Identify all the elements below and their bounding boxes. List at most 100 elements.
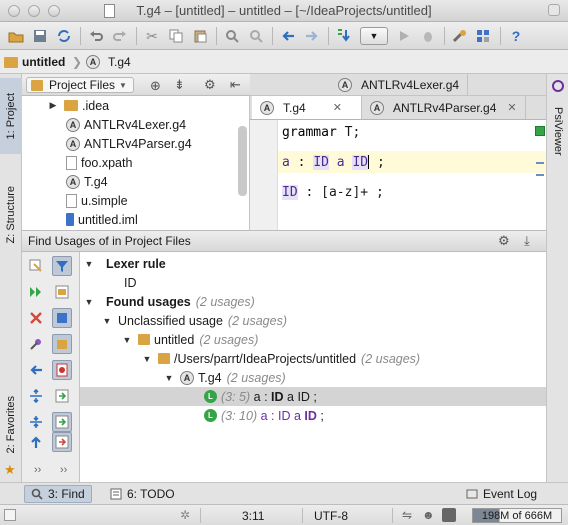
expanded-arrow-icon[interactable]: ▼ (102, 316, 112, 326)
fullscreen-icon[interactable] (548, 4, 560, 16)
redo-button[interactable] (110, 26, 130, 46)
node-directory[interactable]: ▼ /Users/parrt/IdeaProjects/untitled (2 … (80, 349, 546, 368)
run-button[interactable] (394, 26, 414, 46)
more-actions-icon[interactable]: ›› (60, 464, 67, 476)
tab-structure[interactable]: Z: Structure (0, 170, 22, 260)
node-project[interactable]: ▼ untitled (2 usages) (80, 330, 546, 349)
replace-button[interactable] (246, 26, 266, 46)
collapse-all-icon[interactable]: ⇟ (174, 77, 185, 93)
memory-indicator[interactable]: 198M of 666M (472, 508, 562, 523)
make-project-button[interactable] (334, 26, 354, 46)
line-separator-icon[interactable]: ⇋ (402, 508, 412, 522)
close-tab-icon[interactable]: ✕ (507, 101, 516, 114)
usage-marker[interactable] (536, 174, 544, 176)
tree-item-tg4[interactable]: A T.g4 (66, 172, 108, 191)
export-button[interactable] (26, 432, 46, 452)
tree-item-xpath[interactable]: foo.xpath (66, 153, 132, 172)
group-by-module-button[interactable] (52, 308, 72, 328)
tab-tg4[interactable]: A T.g4 ✕ (252, 96, 362, 119)
caret-position[interactable]: 3:11 (242, 508, 264, 523)
tab-label: T.g4 (283, 100, 306, 115)
more-actions-icon[interactable]: ›› (34, 464, 41, 476)
cut-button[interactable]: ✂ (142, 26, 162, 46)
tab-favorites[interactable]: 2: Favorites (0, 384, 22, 466)
show-read-access-button[interactable] (52, 412, 72, 432)
expanded-arrow-icon[interactable]: ▼ (164, 373, 174, 383)
undo-button[interactable] (86, 26, 106, 46)
breadcrumb-project[interactable]: untitled (4, 54, 65, 70)
scroll-from-source-icon[interactable]: ⊕ (150, 78, 161, 94)
sync-button[interactable] (54, 26, 74, 46)
settings-button[interactable] (450, 26, 470, 46)
copy-button[interactable] (166, 26, 186, 46)
find-button[interactable] (222, 26, 242, 46)
bug-icon (424, 32, 432, 42)
expand-tree-button[interactable] (26, 386, 46, 406)
hide-panel-icon[interactable]: ⤓ (524, 233, 530, 249)
filter-icon (56, 261, 68, 272)
expanded-arrow-icon[interactable]: ▼ (122, 335, 132, 345)
folder-icon (8, 32, 24, 42)
close-tab-icon[interactable]: ✕ (333, 101, 342, 114)
previous-occurrence-button[interactable] (26, 360, 46, 380)
expand-all-button[interactable] (26, 282, 46, 302)
usage-marker[interactable] (536, 162, 544, 164)
code-editor[interactable]: grammar T; a : ID a ID ; ID : [a-z]+ ; (250, 120, 546, 230)
group-by-type-button[interactable] (52, 282, 72, 302)
tab-todo[interactable]: 6: TODO (104, 485, 181, 503)
node-unclassified[interactable]: ▼ Unclassified usage (2 usages) (80, 311, 546, 330)
error-stripe[interactable] (534, 120, 546, 230)
back-button[interactable] (278, 26, 298, 46)
expanded-arrow-icon[interactable]: ▼ (84, 297, 94, 307)
run-configuration-dropdown[interactable]: ▼ (360, 27, 388, 45)
gear-icon[interactable]: ⚙ (498, 233, 510, 249)
paste-button[interactable] (190, 26, 210, 46)
save-all-button[interactable] (30, 26, 50, 46)
pin-tab-button[interactable] (26, 334, 46, 354)
expand-arrow-icon[interactable]: ▶ (48, 100, 58, 111)
node-label: Lexer rule (106, 256, 166, 271)
inspector-icon[interactable]: ☻ (422, 508, 435, 522)
node-id-target[interactable]: ID (80, 273, 546, 292)
node-file[interactable]: ▼ A T.g4 (2 usages) (80, 368, 546, 387)
file-encoding[interactable]: UTF-8 (314, 508, 348, 523)
tree-item-parser[interactable]: A ANTLRv4Parser.g4 (66, 134, 192, 153)
gear-icon[interactable]: ⚙ (204, 77, 216, 93)
tab-event-log[interactable]: Event Log (460, 485, 543, 503)
close-find-button[interactable] (26, 308, 46, 328)
tree-item-iml[interactable]: untitled.iml (66, 210, 138, 229)
project-scrollbar[interactable] (238, 126, 247, 196)
project-view-selector[interactable]: Project Files ▼ (26, 77, 134, 93)
read-only-lock-icon[interactable] (442, 508, 456, 522)
tree-item-lexer[interactable]: A ANTLRv4Lexer.g4 (66, 115, 186, 134)
rerun-button[interactable] (26, 256, 46, 276)
group-by-file-button[interactable] (52, 360, 72, 380)
play-icon (400, 31, 409, 41)
group-by-package-button[interactable] (52, 334, 72, 354)
collapse-tree-button[interactable] (26, 412, 46, 432)
tab-antlrv4lexer[interactable]: A ANTLRv4Lexer.g4 (330, 74, 469, 95)
tab-find[interactable]: 3: Find (24, 485, 92, 503)
forward-button[interactable] (302, 26, 322, 46)
debug-button[interactable] (418, 26, 438, 46)
tab-antlrv4parser[interactable]: A ANTLRv4Parser.g4 ✕ (362, 96, 526, 119)
usage-row[interactable]: L (3: 10) a : ID a ID ; (80, 406, 546, 425)
merge-usages-button[interactable] (52, 386, 72, 406)
help-button[interactable]: ? (506, 26, 526, 46)
hide-panel-icon[interactable]: ⇤ (230, 77, 241, 93)
project-structure-button[interactable] (474, 26, 494, 46)
node-lexer-rule[interactable]: ▼ Lexer rule (80, 254, 546, 273)
tab-psiviewer[interactable]: PsiViewer (547, 96, 568, 166)
tab-project[interactable]: 1: Project (0, 78, 22, 154)
breadcrumb-file[interactable]: A T.g4 (86, 54, 131, 70)
tree-item-idea[interactable]: ▶ .idea (48, 96, 110, 115)
usage-row[interactable]: L (3: 5) a : ID a ID ; (80, 387, 546, 406)
node-found-usages[interactable]: ▼ Found usages (2 usages) (80, 292, 546, 311)
tool-windows-icon[interactable] (4, 509, 16, 521)
show-write-access-button[interactable] (52, 432, 72, 452)
expanded-arrow-icon[interactable]: ▼ (142, 354, 152, 364)
open-folder-button[interactable] (6, 26, 26, 46)
expanded-arrow-icon[interactable]: ▼ (84, 259, 94, 269)
filter-button[interactable] (52, 256, 72, 276)
tree-item-simple[interactable]: u.simple (66, 191, 128, 210)
